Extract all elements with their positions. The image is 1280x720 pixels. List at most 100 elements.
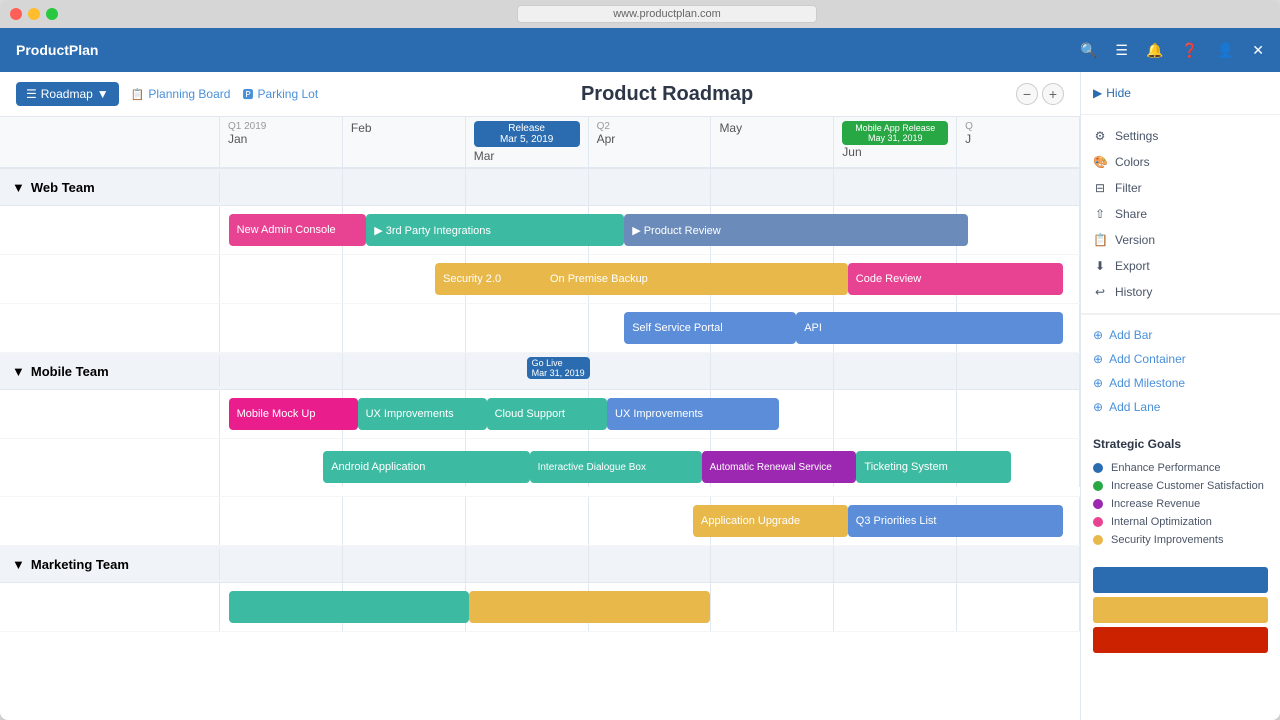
export-label: Export <box>1115 259 1150 273</box>
sidebar-item-share[interactable]: ⇧ Share <box>1093 201 1268 227</box>
add-container-button[interactable]: ⊕ Add Container <box>1093 347 1268 371</box>
mobile-team-header: ▼ Mobile Team Go Live Mar 31, 2019 <box>0 353 1080 390</box>
close-icon[interactable]: ✕ <box>1252 42 1264 59</box>
sidebar-menu-section: ⚙ Settings 🎨 Colors ⊟ Filter ⇧ Share 📋 <box>1081 115 1280 314</box>
chevron-right-icon: ▶ <box>1093 86 1102 100</box>
bar-app-upgrade[interactable]: Application Upgrade <box>693 505 848 537</box>
month-label-mar: Mar <box>474 149 495 163</box>
tcell <box>466 546 589 582</box>
bar-q3-priorities[interactable]: Q3 Priorities List <box>848 505 1063 537</box>
mobile-row-3-label <box>0 497 220 545</box>
web-row-3-label <box>0 304 220 352</box>
minimize-button[interactable] <box>28 8 40 20</box>
mobile-row-3: Application Upgrade Q3 Priorities List <box>0 497 1080 546</box>
tcell <box>834 169 957 205</box>
sidebar-item-filter[interactable]: ⊟ Filter <box>1093 175 1268 201</box>
web-row-2-area: Security 2.0 On Premise Backup Code Revi… <box>220 255 1080 303</box>
timeline-scroll[interactable]: Q1 2019 Jan Feb Release Mar 5, 2019 <box>0 117 1080 720</box>
mobile-team-chevron[interactable]: ▼ <box>12 364 25 379</box>
bcell <box>466 497 589 545</box>
bar-security-on-premise[interactable]: Security 2.0 On Premise Backup <box>435 263 848 295</box>
help-icon[interactable]: ❓ <box>1181 42 1198 59</box>
goal-label-customer: Increase Customer Satisfaction <box>1111 480 1264 492</box>
page-title: Product Roadmap <box>350 83 984 106</box>
mobile-team-name: Mobile Team <box>31 364 109 379</box>
user-icon[interactable]: 👤 <box>1217 42 1234 59</box>
dropdown-icon: ▼ <box>97 87 109 101</box>
bcell <box>220 255 343 303</box>
bar-code-review[interactable]: Code Review <box>848 263 1063 295</box>
tcell <box>220 169 343 205</box>
sidebar-item-version[interactable]: 📋 Version <box>1093 227 1268 253</box>
bar-ux-improvements-1[interactable]: UX Improvements <box>358 398 487 430</box>
goal-dot-revenue <box>1093 499 1103 509</box>
bar-marketing-2[interactable] <box>469 591 710 623</box>
planning-board-button[interactable]: Planning Board <box>131 87 231 101</box>
strategic-goals-section: Strategic Goals Enhance Performance Incr… <box>1081 427 1280 559</box>
web-row-3-area: Self Service Portal API <box>220 304 1080 352</box>
bar-android-app[interactable]: Android Application <box>323 451 529 483</box>
bar-ticketing-system[interactable]: Ticketing System <box>856 451 1011 483</box>
web-team-chevron[interactable]: ▼ <box>12 180 25 195</box>
web-row-1-label <box>0 206 220 254</box>
web-team-label: ▼ Web Team <box>0 172 220 203</box>
marketing-team-chevron[interactable]: ▼ <box>12 557 25 572</box>
sidebar-item-colors[interactable]: 🎨 Colors <box>1093 149 1268 175</box>
add-lane-button[interactable]: ⊕ Add Lane <box>1093 395 1268 419</box>
add-milestone-button[interactable]: ⊕ Add Milestone <box>1093 371 1268 395</box>
bell-icon[interactable]: 🔔 <box>1146 42 1163 59</box>
search-icon[interactable]: 🔍 <box>1080 42 1097 59</box>
bar-self-service-portal[interactable]: Self Service Portal <box>624 312 796 344</box>
url-bar[interactable]: www.productplan.com <box>517 5 817 23</box>
timeline-inner: Q1 2019 Jan Feb Release Mar 5, 2019 <box>0 117 1080 632</box>
tcell <box>957 353 1080 389</box>
bcell <box>343 497 466 545</box>
web-row-2: Security 2.0 On Premise Backup Code Revi… <box>0 255 1080 304</box>
marketing-team-cells <box>220 546 1080 582</box>
bar-3rd-party-integrations[interactable]: ▶ 3rd Party Integrations <box>366 214 624 246</box>
menu-icon[interactable]: ☰ <box>1115 42 1128 59</box>
parking-lot-button[interactable]: Parking Lot <box>242 86 318 102</box>
mobile-release-label: Mobile App Release <box>848 123 942 133</box>
tcell <box>589 169 712 205</box>
tcell-golive: Go Live Mar 31, 2019 <box>466 353 589 389</box>
add-lane-icon: ⊕ <box>1093 400 1103 414</box>
add-items-section: ⊕ Add Bar ⊕ Add Container ⊕ Add Mileston… <box>1081 314 1280 427</box>
add-container-label: Add Container <box>1109 352 1186 366</box>
goal-label-enhance: Enhance Performance <box>1111 462 1220 474</box>
bar-product-review[interactable]: ▶ Product Review <box>624 214 968 246</box>
zoom-out-button[interactable]: − <box>1016 83 1038 105</box>
month-label-apr: Apr <box>597 132 616 146</box>
bar-cloud-support[interactable]: Cloud Support <box>487 398 607 430</box>
roadmap-button[interactable]: ☰ Roadmap ▼ <box>16 82 119 106</box>
bar-api[interactable]: API <box>796 312 1063 344</box>
label-spacer <box>0 117 220 167</box>
sidebar-item-settings[interactable]: ⚙ Settings <box>1093 123 1268 149</box>
tcell <box>466 169 589 205</box>
sidebar-item-export[interactable]: ⬇ Export <box>1093 253 1268 279</box>
bar-ux-improvements-2[interactable]: UX Improvements <box>607 398 779 430</box>
add-bar-button[interactable]: ⊕ Add Bar <box>1093 323 1268 347</box>
bar-interactive-dialogue[interactable]: Interactive Dialogue Box <box>530 451 702 483</box>
bar-mobile-mockup[interactable]: Mobile Mock Up <box>229 398 358 430</box>
hide-button[interactable]: ▶ Hide <box>1093 80 1268 106</box>
bcell <box>220 497 343 545</box>
sidebar-item-history[interactable]: ↩ History <box>1093 279 1268 305</box>
bar-new-admin-console[interactable]: New Admin Console <box>229 214 367 246</box>
month-may: May <box>711 117 834 167</box>
mobile-row-2-area: Android Application Interactive Dialogue… <box>220 439 1080 496</box>
maximize-button[interactable] <box>46 8 58 20</box>
goal-item-security: Security Improvements <box>1093 531 1268 549</box>
hide-label: Hide <box>1106 86 1131 100</box>
month-jun: Mobile App Release May 31, 2019 Jun <box>834 117 957 167</box>
bar-marketing-1[interactable] <box>229 591 470 623</box>
close-button[interactable] <box>10 8 22 20</box>
bar-auto-renewal[interactable]: Automatic Renewal Service <box>702 451 857 483</box>
web-row-1-area: New Admin Console ▶ 3rd Party Integratio… <box>220 206 1080 254</box>
app-logo: ProductPlan <box>16 42 98 58</box>
history-icon: ↩ <box>1093 285 1107 299</box>
goal-dot-customer <box>1093 481 1103 491</box>
zoom-in-button[interactable]: + <box>1042 83 1064 105</box>
add-milestone-label: Add Milestone <box>1109 376 1185 390</box>
mobile-team-label: ▼ Mobile Team <box>0 356 220 387</box>
